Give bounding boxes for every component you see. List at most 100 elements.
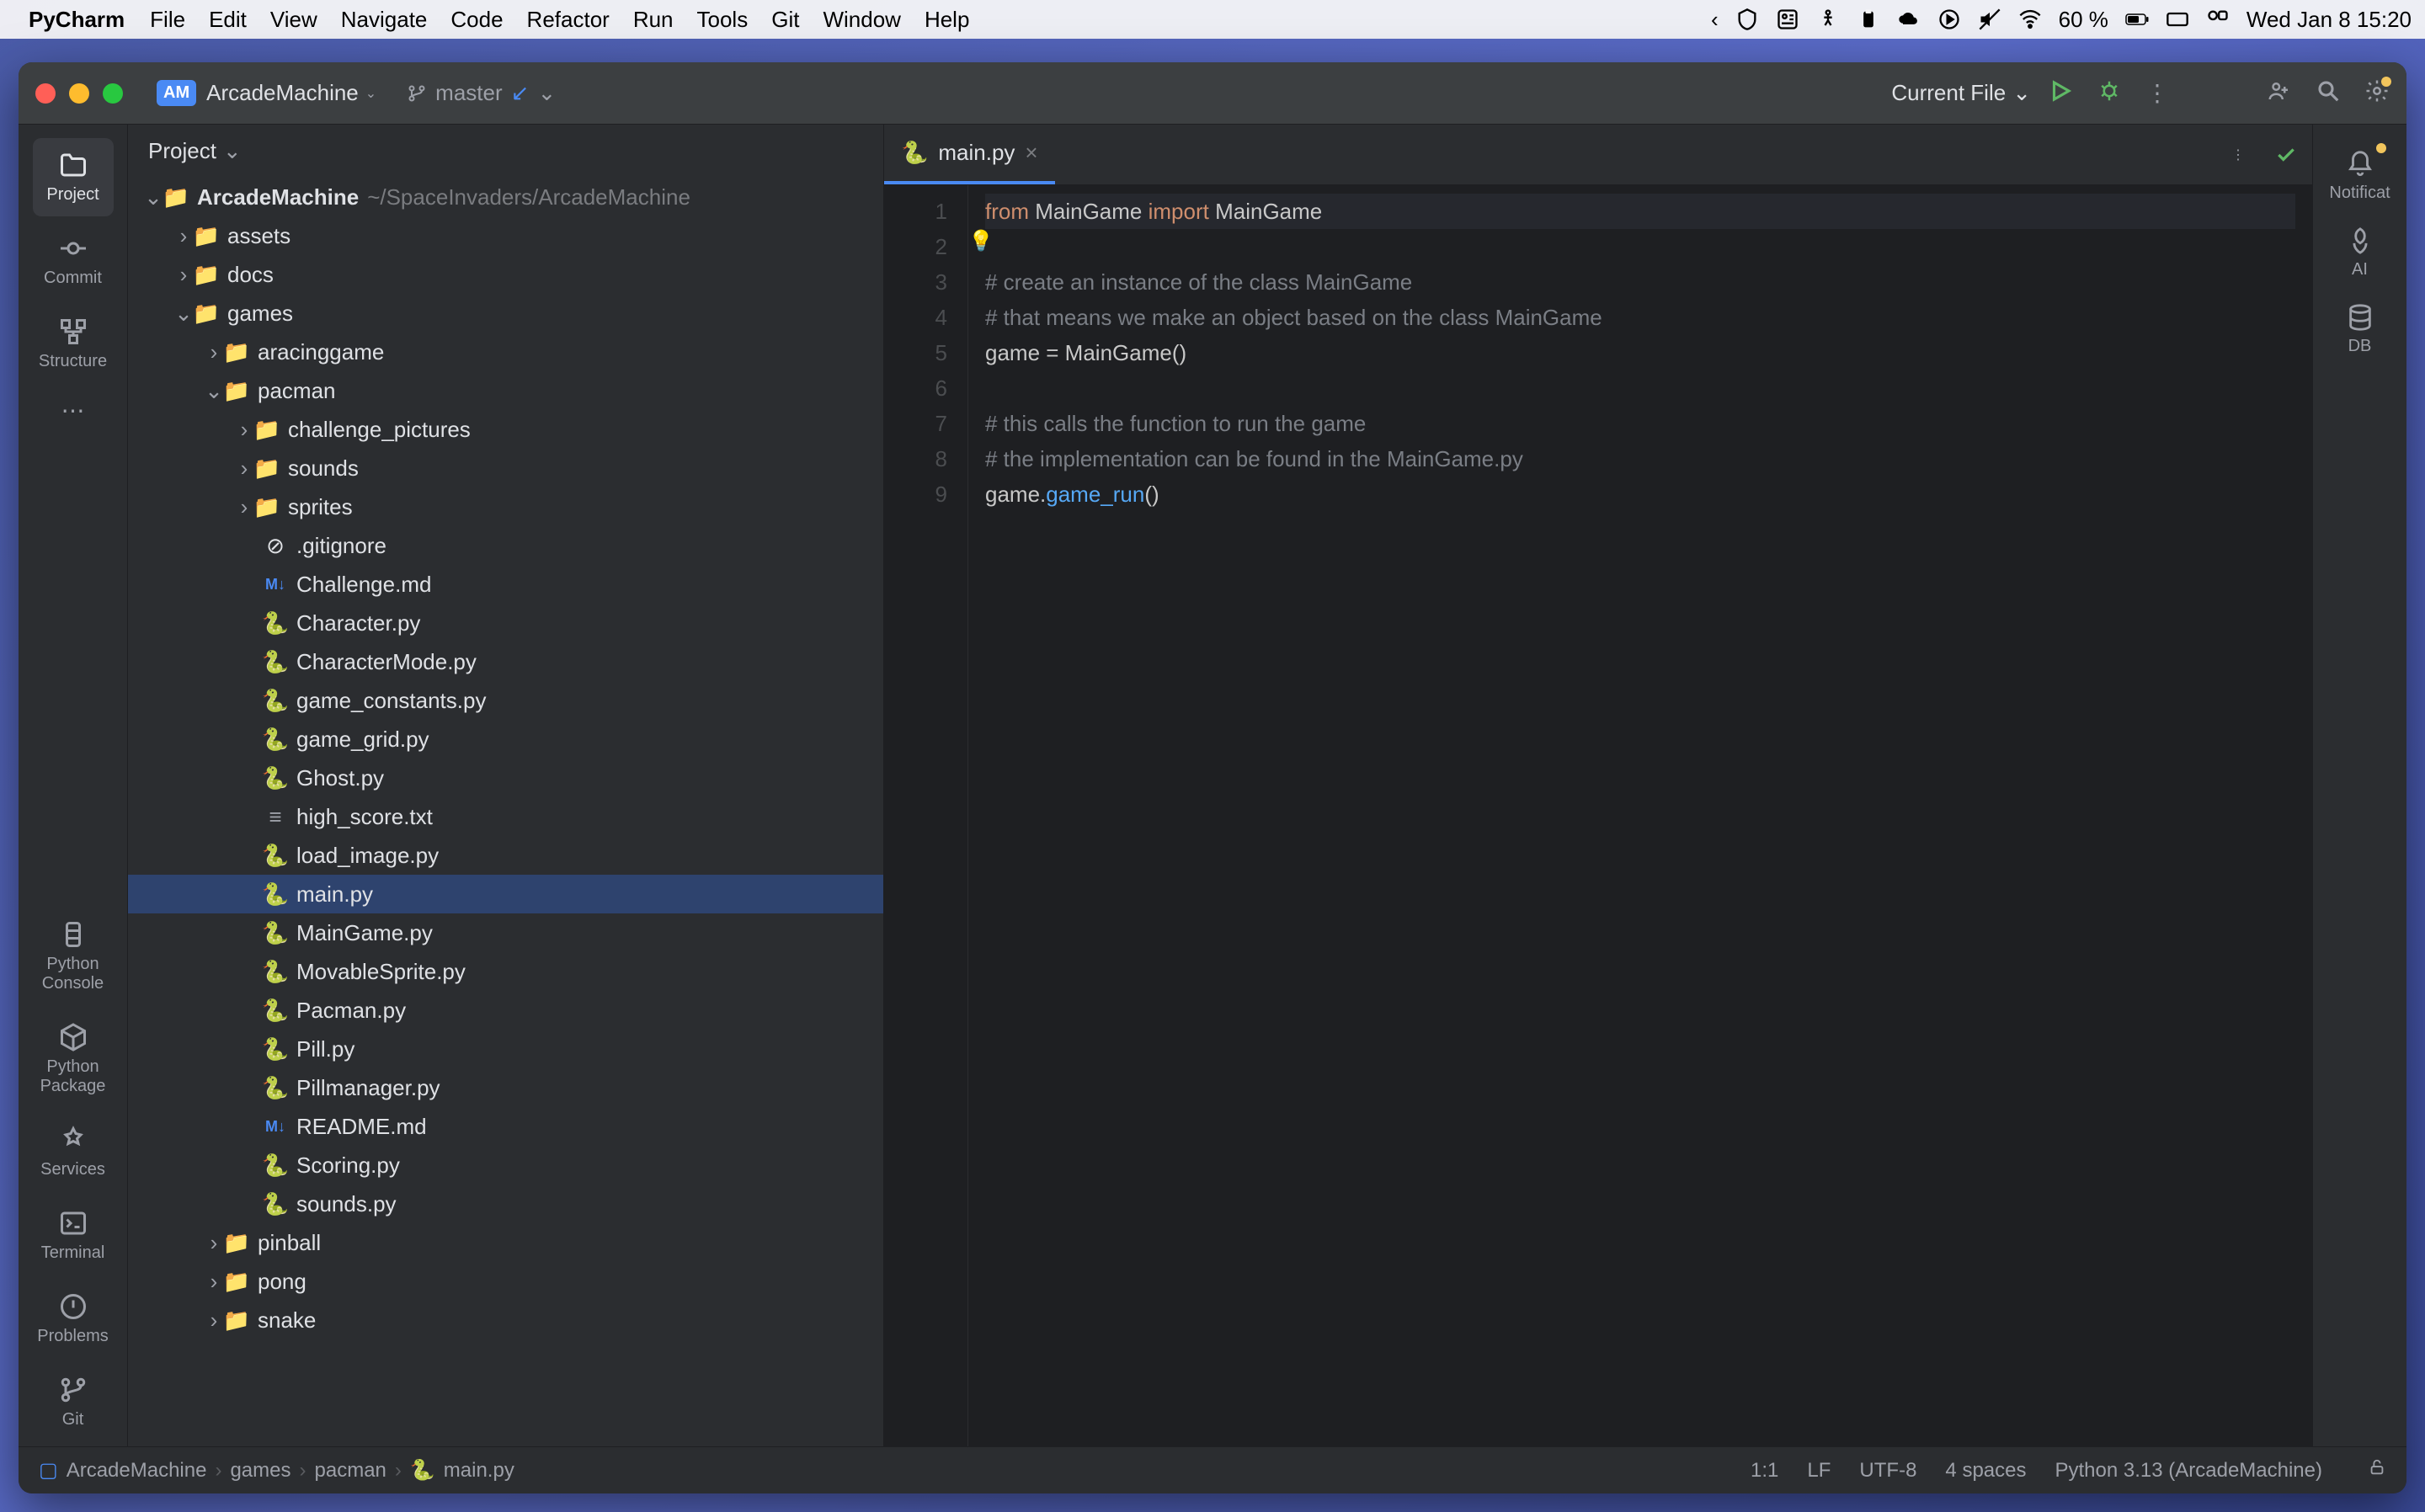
app-name[interactable]: PyCharm xyxy=(29,7,125,33)
tree-file-pill[interactable]: 🐍Pill.py xyxy=(128,1030,883,1068)
tree-folder-games[interactable]: ⌄📁games xyxy=(128,294,883,333)
run-config-selector[interactable]: Current File ⌄ xyxy=(1891,80,2031,106)
tree-file-game-grid[interactable]: 🐍game_grid.py xyxy=(128,720,883,759)
lightbulb-icon[interactable]: 💡 xyxy=(968,224,994,259)
update-icon[interactable]: ↙ xyxy=(511,80,530,106)
editor-tab-main[interactable]: 🐍 main.py × xyxy=(884,125,1055,184)
run-icon[interactable] xyxy=(2048,78,2073,108)
tool-git[interactable]: Git xyxy=(33,1363,114,1441)
tree-file-challenge-md[interactable]: M↓Challenge.md xyxy=(128,565,883,604)
tree-folder-pinball[interactable]: ›📁pinball xyxy=(128,1223,883,1262)
code-editor[interactable]: 123456789 💡 from MainGame import MainGam… xyxy=(884,185,2312,1446)
menu-code[interactable]: Code xyxy=(450,7,503,33)
tree-file-scoring[interactable]: 🐍Scoring.py xyxy=(128,1146,883,1185)
tree-file-readme[interactable]: M↓README.md xyxy=(128,1107,883,1146)
panel-header[interactable]: Project ⌄ xyxy=(128,125,883,178)
tree-file-game-constants[interactable]: 🐍game_constants.py xyxy=(128,681,883,720)
tool-project[interactable]: Project xyxy=(33,138,114,216)
tree-folder-sounds[interactable]: ›📁sounds xyxy=(128,449,883,487)
debug-icon[interactable] xyxy=(2097,78,2122,108)
breadcrumb[interactable]: ▢ ArcadeMachine › games › pacman › 🐍 mai… xyxy=(39,1458,514,1483)
tool-notifications[interactable]: Notificat xyxy=(2322,138,2398,215)
tree-folder-sprites[interactable]: ›📁sprites xyxy=(128,487,883,526)
control-center-icon[interactable] xyxy=(2206,8,2230,31)
close-window-button[interactable] xyxy=(35,83,56,104)
tree-file-pillmanager[interactable]: 🐍Pillmanager.py xyxy=(128,1068,883,1107)
crumb-item[interactable]: main.py xyxy=(444,1459,514,1483)
indent-config[interactable]: 4 spaces xyxy=(1945,1459,2026,1483)
tool-python-packages[interactable]: Python Package xyxy=(33,1010,114,1108)
tree-folder-challenge-pictures[interactable]: ›📁challenge_pictures xyxy=(128,410,883,449)
tree-file-gitignore[interactable]: ⊘.gitignore xyxy=(128,526,883,565)
tool-problems[interactable]: Problems xyxy=(33,1280,114,1358)
tree-file-character-mode[interactable]: 🐍CharacterMode.py xyxy=(128,642,883,681)
tree-folder-pacman[interactable]: ⌄📁pacman xyxy=(128,371,883,410)
code-content[interactable]: 💡 from MainGame import MainGame # create… xyxy=(968,185,2312,1446)
crumb-item[interactable]: games xyxy=(230,1459,290,1483)
chevron-down-icon[interactable]: ⌄ xyxy=(365,85,376,102)
menu-tools[interactable]: Tools xyxy=(697,7,749,33)
zoom-window-button[interactable] xyxy=(103,83,123,104)
crumb-item[interactable]: ArcadeMachine xyxy=(67,1459,207,1483)
tool-db[interactable]: DB xyxy=(2322,291,2398,368)
tool-services[interactable]: Services xyxy=(33,1113,114,1191)
menu-help[interactable]: Help xyxy=(925,7,969,33)
cloud-icon[interactable] xyxy=(1897,8,1921,31)
menu-window[interactable]: Window xyxy=(823,7,900,33)
file-encoding[interactable]: UTF-8 xyxy=(1859,1459,1916,1483)
tab-more-icon[interactable]: ⋮ xyxy=(2216,125,2260,184)
tree-file-sounds-py[interactable]: 🐍sounds.py xyxy=(128,1185,883,1223)
menu-edit[interactable]: Edit xyxy=(209,7,247,33)
menu-refactor[interactable]: Refactor xyxy=(527,7,610,33)
minimize-window-button[interactable] xyxy=(69,83,89,104)
tree-root[interactable]: ⌄📁ArcadeMachine~/SpaceInvaders/ArcadeMac… xyxy=(128,178,883,216)
wifi-icon[interactable] xyxy=(2018,8,2042,31)
chevron-down-icon[interactable]: ⌄ xyxy=(537,80,556,106)
tool-python-console[interactable]: Python Console xyxy=(33,908,114,1005)
tree-file-ghost[interactable]: 🐍Ghost.py xyxy=(128,759,883,797)
tree-file-high-score[interactable]: ≡high_score.txt xyxy=(128,797,883,836)
more-icon[interactable]: ⋮ xyxy=(2145,79,2169,107)
tree-file-maingame[interactable]: 🐍MainGame.py xyxy=(128,913,883,952)
tree-folder-assets[interactable]: ›📁assets xyxy=(128,216,883,255)
close-tab-icon[interactable]: × xyxy=(1025,140,1037,166)
tree-folder-aracinggame[interactable]: ›📁aracinggame xyxy=(128,333,883,371)
tree-folder-docs[interactable]: ›📁docs xyxy=(128,255,883,294)
menu-file[interactable]: File xyxy=(150,7,185,33)
figure-icon[interactable] xyxy=(1816,8,1840,31)
search-icon[interactable] xyxy=(2316,78,2341,108)
app-icon[interactable] xyxy=(1776,8,1799,31)
keyboard-icon[interactable] xyxy=(2166,8,2189,31)
project-name[interactable]: ArcadeMachine xyxy=(206,80,359,106)
line-separator[interactable]: LF xyxy=(1807,1459,1831,1483)
tree-file-character[interactable]: 🐍Character.py xyxy=(128,604,883,642)
tool-terminal[interactable]: Terminal xyxy=(33,1196,114,1275)
cursor-position[interactable]: 1:1 xyxy=(1751,1459,1778,1483)
crumb-item[interactable]: pacman xyxy=(315,1459,386,1483)
tree-file-main[interactable]: 🐍main.py xyxy=(128,875,883,913)
chevron-left-icon[interactable]: ‹ xyxy=(1711,7,1719,33)
lock-icon[interactable] xyxy=(2368,1458,2386,1483)
more-tools-icon[interactable]: ⋯ xyxy=(53,388,93,433)
tool-commit[interactable]: Commit xyxy=(33,221,114,300)
tree-file-load-image[interactable]: 🐍load_image.py xyxy=(128,836,883,875)
tree-folder-pong[interactable]: ›📁pong xyxy=(128,1262,883,1301)
datetime[interactable]: Wed Jan 8 15:20 xyxy=(2246,7,2412,33)
tool-structure[interactable]: Structure xyxy=(33,305,114,383)
menu-run[interactable]: Run xyxy=(633,7,674,33)
shield-icon[interactable] xyxy=(1735,8,1759,31)
battery-icon[interactable] xyxy=(2125,8,2149,31)
interpreter[interactable]: Python 3.13 (ArcadeMachine) xyxy=(2055,1459,2322,1483)
settings-icon[interactable] xyxy=(2364,78,2390,108)
clipboard-icon[interactable] xyxy=(1857,8,1880,31)
volume-mute-icon[interactable] xyxy=(1978,8,2001,31)
tool-ai[interactable]: AI xyxy=(2322,215,2398,291)
menu-navigate[interactable]: Navigate xyxy=(341,7,428,33)
menu-view[interactable]: View xyxy=(270,7,317,33)
tree-folder-snake[interactable]: ›📁snake xyxy=(128,1301,883,1339)
branch-selector[interactable]: master ↙ ⌄ xyxy=(407,80,556,106)
code-with-me-icon[interactable] xyxy=(2267,78,2292,108)
tree-file-pacman[interactable]: 🐍Pacman.py xyxy=(128,991,883,1030)
menu-git[interactable]: Git xyxy=(771,7,799,33)
inspection-ok-icon[interactable] xyxy=(2260,125,2312,184)
